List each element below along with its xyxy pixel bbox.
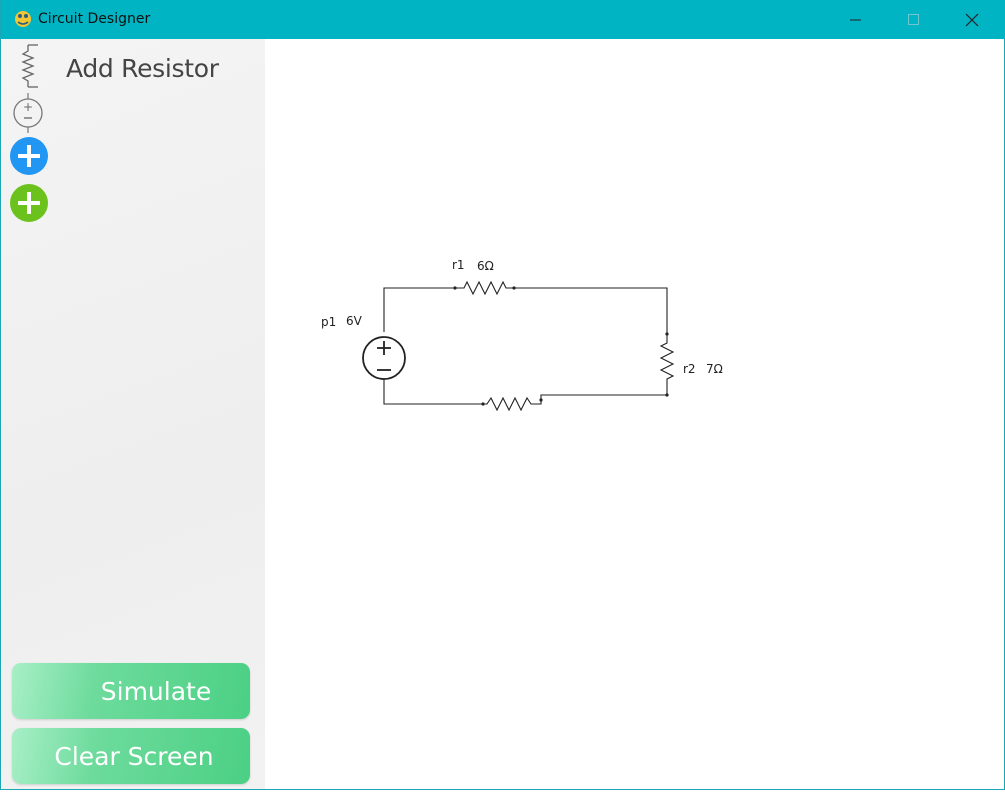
- sidebar: Add Resistor + Simulate Clear Screen: [2, 39, 265, 789]
- python-logo-icon: [15, 11, 31, 27]
- maximize-button[interactable]: [885, 0, 943, 39]
- wire-top-right: [514, 287, 668, 334]
- r2-name-label: r2: [683, 362, 696, 376]
- add-blue-icon[interactable]: [9, 136, 49, 176]
- maximize-icon: [908, 13, 919, 25]
- minimize-button[interactable]: [827, 0, 885, 39]
- close-button[interactable]: [943, 0, 1001, 39]
- wire-top-left: [383, 287, 455, 332]
- circuit-diagram: r1 6Ω r2 7Ω p1 6V: [321, 258, 723, 412]
- r1-value-label: 6Ω: [477, 259, 494, 273]
- voltage-source-icon[interactable]: +: [8, 91, 48, 135]
- clear-screen-button-label: Clear Screen: [54, 741, 214, 771]
- add-green-icon[interactable]: [9, 183, 49, 223]
- r2-value-label: 7Ω: [706, 362, 723, 376]
- p1-value-label: 6V: [346, 314, 363, 328]
- wires: [383, 287, 668, 405]
- p1-name-label: p1: [321, 315, 336, 329]
- voltage-source-p1[interactable]: [362, 336, 406, 380]
- resistor-r3[interactable]: [479, 396, 543, 412]
- simulate-button[interactable]: Simulate: [12, 663, 250, 719]
- close-icon: [965, 13, 979, 26]
- resistor-r1[interactable]: [453, 280, 516, 296]
- wire-bottom-right: [540, 384, 668, 399]
- clear-screen-button[interactable]: Clear Screen: [12, 728, 250, 784]
- title-bar[interactable]: Circuit Designer: [1, 0, 1005, 39]
- add-resistor-label: Add Resistor: [66, 54, 219, 83]
- app-window: Circuit Designer Add Resistor + Simulate…: [0, 0, 1005, 790]
- resistor-icon[interactable]: [10, 43, 46, 89]
- simulate-button-label: Simulate: [100, 676, 212, 706]
- window-title: Circuit Designer: [38, 11, 151, 27]
- minimize-icon: [850, 19, 861, 20]
- svg-text:+: +: [23, 100, 33, 114]
- circuit-canvas[interactable]: r1 6Ω r2 7Ω p1 6V: [265, 39, 1003, 789]
- r1-name-label: r1: [452, 258, 465, 272]
